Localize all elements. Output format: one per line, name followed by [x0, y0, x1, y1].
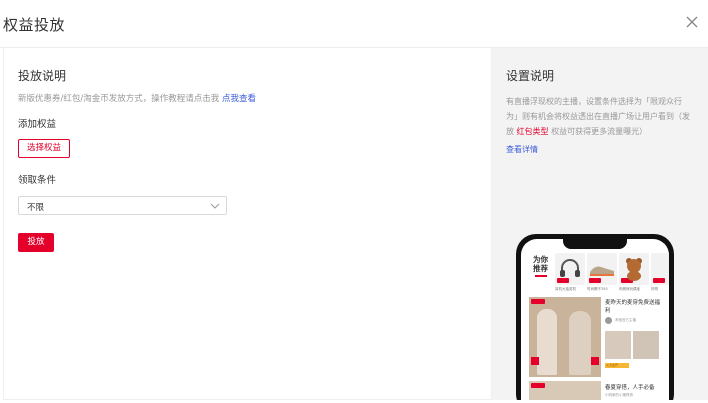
help-text: 有直播浮现权的主播，设置条件选择为「限观众行为」则有机会将权益透出在直播广场让用…: [506, 94, 692, 139]
product-caption: 时尚椰子350: [587, 287, 608, 291]
bear-icon: [626, 258, 642, 281]
product-thumb: [587, 253, 617, 285]
product-caption: 好物: [651, 287, 658, 291]
shop-name: 小明家的小猪佩奇: [605, 393, 633, 397]
select-benefit-button[interactable]: 选择权益: [18, 139, 70, 158]
live-card-image: [529, 297, 601, 377]
avatar: [605, 317, 612, 324]
product-thumb: [651, 253, 669, 285]
condition-select-value: 不限: [27, 203, 45, 213]
product-thumb: [555, 253, 585, 285]
red-packet-icon: [531, 357, 539, 365]
help-title: 设置说明: [506, 69, 555, 83]
recommend-tab: 为你推荐: [533, 255, 548, 273]
live-tag: [653, 278, 665, 283]
product-caption: 布朗熊玩偶宝: [619, 287, 640, 291]
red-packet-icon: [591, 357, 599, 365]
person-figure: [537, 309, 557, 375]
sneaker-icon: [590, 266, 614, 276]
live-card-image: [529, 381, 601, 400]
item-thumb: [605, 331, 631, 359]
headphones-icon: [560, 259, 580, 277]
details-link[interactable]: 查看详情: [506, 144, 538, 155]
live-card-title: 春夏穿搭，人手必备: [605, 385, 655, 391]
description-body: 新版优惠券/红包/淘金币发放方式，操作教程请点击我: [18, 94, 222, 104]
close-button[interactable]: [684, 14, 700, 30]
help-text-part2: 权益可获得更多流量曝光）: [548, 127, 648, 136]
close-icon[interactable]: [684, 14, 700, 30]
submit-button[interactable]: 投放: [18, 233, 54, 252]
item-thumb: [633, 331, 659, 359]
person-figure: [569, 311, 591, 375]
condition-label: 领取条件: [18, 175, 57, 186]
condition-select[interactable]: 不限: [18, 196, 227, 215]
live-badge: [531, 299, 545, 304]
add-benefit-label: 添加权益: [18, 119, 57, 130]
product-caption: 耳机大抽奖机: [555, 287, 576, 291]
coupon-badge: 火力全开: [605, 363, 629, 368]
live-badge: [531, 383, 545, 388]
phone-preview: 为你推荐 耳机大抽奖机 时尚椰子350 布朗熊玩偶宝 好物 麦昨天的麦穿免费送福…: [516, 234, 674, 400]
chevron-down-icon: [210, 203, 220, 209]
section-title: 投放说明: [18, 69, 67, 83]
tab-underline: [535, 275, 547, 277]
settings-panel: 投放说明 新版优惠券/红包/淘金币发放方式，操作教程请点击我 点我查看 添加权益…: [3, 48, 492, 400]
shop-name: 淘宝官方主播: [615, 318, 636, 322]
help-panel: 设置说明 有直播浮现权的主播，设置条件选择为「限观众行为」则有机会将权益透出在直…: [492, 48, 708, 400]
modal-title: 权益投放: [3, 16, 66, 34]
phone-notch: [563, 239, 627, 249]
product-thumb: [619, 253, 649, 285]
tutorial-link[interactable]: 点我查看: [222, 94, 256, 104]
phone-screen: 为你推荐 耳机大抽奖机 时尚椰子350 布朗熊玩偶宝 好物 麦昨天的麦穿免费送福…: [521, 239, 669, 400]
help-text-highlight: 红包类型: [516, 127, 549, 136]
live-card-title: 麦昨天的麦穿免费送福利: [605, 300, 661, 314]
description-text: 新版优惠券/红包/淘金币发放方式，操作教程请点击我 点我查看: [18, 92, 256, 104]
